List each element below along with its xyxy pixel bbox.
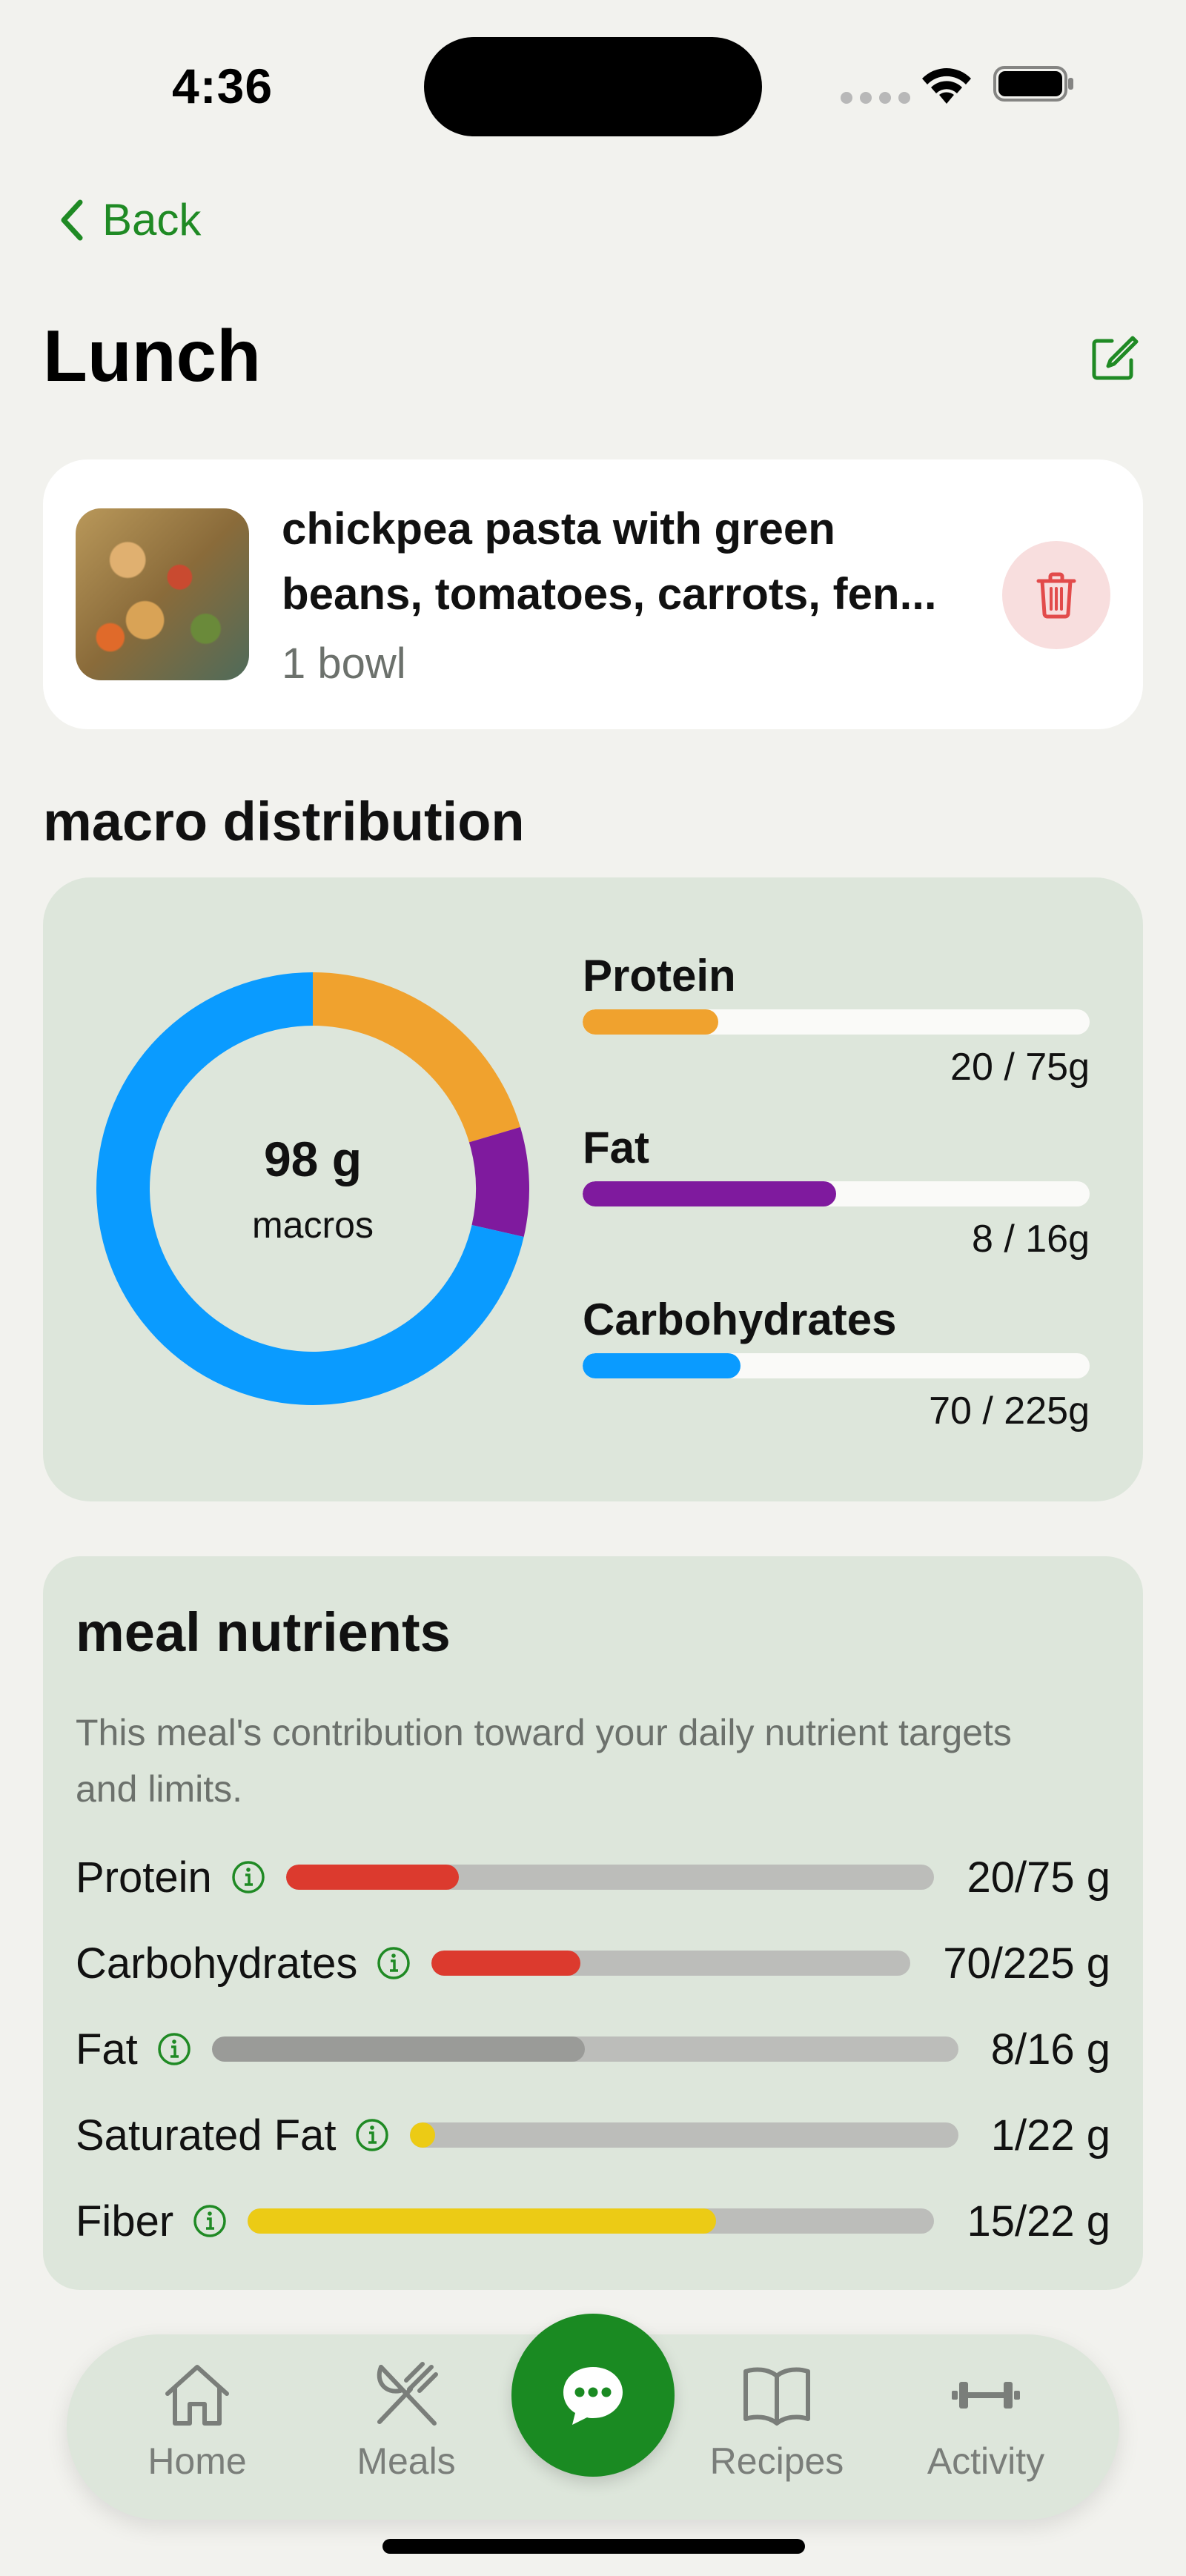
dynamic-island xyxy=(424,37,762,136)
nutrients-description: This meal's contribution toward your dai… xyxy=(76,1712,1012,1810)
tab-label: Meals xyxy=(357,2440,456,2482)
food-name: chickpea pasta with green beans, tomatoe… xyxy=(282,504,937,619)
home-indicator xyxy=(382,2539,805,2554)
nutrient-bar xyxy=(248,2208,935,2234)
nutrient-row-fiber: Fiber 15/22 g xyxy=(76,2188,1110,2254)
nutrient-fill xyxy=(211,2036,586,2062)
status-time: 4:36 xyxy=(172,59,274,113)
nutrient-row-saturated-fat: Saturated Fat 1/22 g xyxy=(76,2102,1110,2168)
chat-button[interactable] xyxy=(511,2314,675,2477)
macro-item-protein: Protein 20 / 75g xyxy=(583,950,1090,1089)
nutrient-bar xyxy=(410,2122,958,2148)
macro-donut-chart xyxy=(96,972,529,1405)
tab-meals[interactable]: Meals xyxy=(325,2361,488,2483)
info-icon[interactable] xyxy=(355,2118,389,2152)
macro-section-title: macro distribution xyxy=(43,791,525,852)
nutrients-card xyxy=(43,1556,1143,2290)
nutrient-fill xyxy=(285,1865,460,1890)
nutrient-value: 20/75 g xyxy=(967,1853,1110,1902)
macro-fill xyxy=(583,1009,718,1035)
food-quantity: 1 bowl xyxy=(282,640,406,688)
info-icon[interactable] xyxy=(193,2204,227,2238)
macro-amount: 20 / 75g xyxy=(950,1046,1090,1089)
macro-track xyxy=(583,1353,1090,1378)
nutrient-label: Carbohydrates xyxy=(76,1939,358,1988)
donut-slice-protein xyxy=(313,972,520,1143)
nutrient-row-protein: Protein 20/75 g xyxy=(76,1844,1110,1911)
macro-amount: 70 / 225g xyxy=(929,1390,1090,1433)
tab-activity[interactable]: Activity xyxy=(904,2361,1067,2483)
cellular-signal-icon xyxy=(841,92,910,104)
macro-caption: macros xyxy=(252,1204,374,1246)
nutrient-fill xyxy=(248,2208,716,2234)
delete-button[interactable] xyxy=(1002,541,1110,649)
nutrient-label: Protein xyxy=(76,1853,212,1902)
tab-label: Recipes xyxy=(709,2440,844,2482)
nutrient-label: Saturated Fat xyxy=(76,2111,337,2160)
food-photo xyxy=(76,508,249,680)
wifi-icon xyxy=(922,68,971,104)
chevron-left-icon xyxy=(61,199,83,240)
nutrient-bar xyxy=(285,1865,935,1890)
info-icon[interactable] xyxy=(157,2032,191,2066)
macro-name: Protein xyxy=(583,951,736,1000)
nutrient-value: 1/22 g xyxy=(990,2111,1110,2160)
tab-label: Home xyxy=(148,2440,247,2482)
nutrients-title: meal nutrients xyxy=(76,1601,451,1663)
trash-icon xyxy=(1036,572,1076,619)
nutrient-bar xyxy=(211,2036,958,2062)
nutrient-value: 15/22 g xyxy=(967,2197,1110,2245)
macro-name: Carbohydrates xyxy=(583,1295,897,1344)
nutrient-label: Fat xyxy=(76,2025,138,2074)
nutrient-label: Fiber xyxy=(76,2197,174,2245)
nutrient-row-carbohydrates: Carbohydrates 70/225 g xyxy=(76,1930,1110,1996)
tab-home[interactable]: Home xyxy=(116,2361,279,2483)
macro-fill xyxy=(583,1353,741,1378)
fork-knife-icon xyxy=(377,2362,438,2426)
macro-fill xyxy=(583,1181,836,1206)
page-title: Lunch xyxy=(43,315,261,396)
house-icon xyxy=(165,2365,229,2426)
book-icon xyxy=(743,2367,810,2426)
back-button[interactable]: Back xyxy=(58,194,201,245)
info-icon[interactable] xyxy=(231,1860,265,1894)
macro-total: 98 g xyxy=(263,1132,362,1186)
nutrient-value: 70/225 g xyxy=(943,1939,1110,1988)
chat-bubble-icon xyxy=(563,2367,623,2425)
macro-amount: 8 / 16g xyxy=(971,1218,1090,1261)
nutrient-value: 8/16 g xyxy=(990,2025,1110,2074)
edit-icon[interactable] xyxy=(1090,333,1139,382)
macro-track xyxy=(583,1009,1090,1035)
nutrient-fill xyxy=(431,1951,581,1976)
tab-recipes[interactable]: Recipes xyxy=(695,2361,858,2483)
info-icon[interactable] xyxy=(377,1946,411,1980)
dumbbell-icon xyxy=(952,2382,1020,2409)
macro-item-fat: Fat 8 / 16g xyxy=(583,1122,1090,1261)
nutrient-fill xyxy=(410,2122,435,2148)
macro-track xyxy=(583,1181,1090,1206)
nutrient-row-fat: Fat 8/16 g xyxy=(76,2016,1110,2082)
back-label: Back xyxy=(102,195,202,245)
battery-icon xyxy=(993,66,1073,102)
macro-item-carbohydrates: Carbohydrates 70 / 225g xyxy=(583,1294,1090,1433)
macro-name: Fat xyxy=(583,1123,649,1172)
nutrient-bar xyxy=(431,1951,911,1976)
tab-label: Activity xyxy=(927,2440,1045,2482)
